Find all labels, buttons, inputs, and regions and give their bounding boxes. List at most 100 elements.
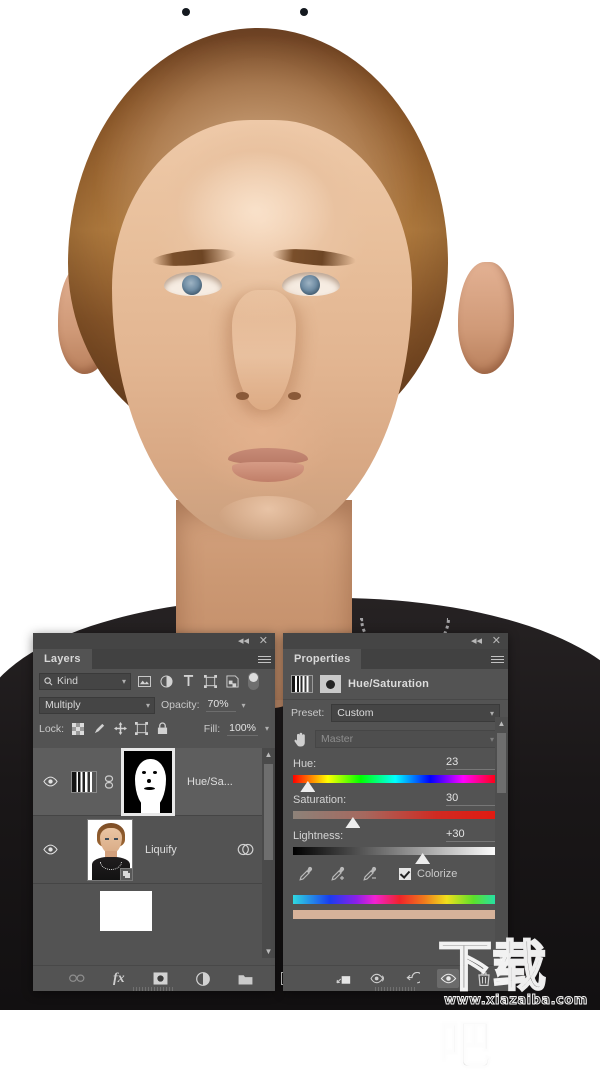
panel-menu-icon[interactable] — [486, 649, 508, 669]
table-row-partial[interactable] — [33, 884, 275, 934]
subject-eye-left — [164, 272, 222, 296]
lock-image-pixels-icon[interactable] — [92, 722, 106, 736]
smart-filters-icon[interactable] — [231, 843, 261, 856]
new-group-button[interactable] — [238, 970, 253, 988]
properties-scrollbar[interactable]: ▲ ▼ — [495, 717, 508, 965]
colorize-checkbox[interactable]: Colorize — [399, 868, 457, 880]
fill-label: Fill: — [204, 723, 220, 735]
preset-select[interactable]: Custom ▾ — [331, 704, 500, 722]
layer-thumbnail-white[interactable] — [100, 891, 152, 931]
subject-ear-right — [458, 262, 514, 374]
layer-mask-link-icon[interactable] — [97, 775, 121, 789]
tab-bar-filler — [361, 649, 486, 669]
filter-shape-icon[interactable] — [202, 673, 219, 690]
filter-adjustment-icon[interactable] — [158, 673, 175, 690]
toggle-preview-button[interactable] — [369, 970, 387, 988]
saturation-slider[interactable] — [293, 811, 498, 819]
saturation-value[interactable]: 30 — [446, 792, 498, 806]
filter-type-icon[interactable] — [180, 673, 197, 690]
preset-row: Preset: Custom ▾ — [283, 700, 508, 726]
hue-label: Hue: — [293, 758, 446, 770]
filter-kind-select[interactable]: Kind ▾ — [39, 673, 131, 690]
layer-thumbnail[interactable] — [87, 819, 133, 881]
tab-layers[interactable]: Layers — [33, 649, 92, 669]
delete-adjustment-button[interactable] — [475, 970, 493, 988]
layer-name[interactable]: Hue/Sa... — [175, 776, 275, 788]
eyedropper-subtract-icon[interactable] — [361, 865, 379, 883]
adjustment-header: Hue/Saturation — [283, 669, 508, 699]
panel-resize-grip[interactable] — [133, 987, 175, 991]
colorize-label: Colorize — [417, 868, 457, 880]
lightness-value[interactable]: +30 — [446, 828, 498, 842]
channel-select[interactable]: Master ▾ — [315, 730, 500, 748]
layer-mask-icon[interactable] — [320, 675, 341, 693]
collapse-icon[interactable]: ◂◂ — [238, 634, 249, 648]
lock-all-icon[interactable] — [155, 722, 169, 736]
properties-panel[interactable]: ◂◂ ✕ Properties Hue/Saturation Preset: C… — [283, 633, 508, 991]
tab-bar-filler — [92, 649, 253, 669]
layer-visibility-toggle[interactable] — [33, 776, 67, 787]
chevron-down-icon[interactable]: ▾ — [146, 701, 150, 710]
layers-panel-titlebar: ◂◂ ✕ — [33, 633, 275, 649]
layer-style-button[interactable]: fx — [113, 970, 125, 988]
scroll-down-arrow-icon[interactable]: ▼ — [495, 952, 508, 965]
eyedropper-add-icon[interactable] — [329, 865, 347, 883]
spectrum-ramp[interactable] — [293, 895, 498, 904]
chevron-down-icon[interactable]: ▾ — [490, 709, 494, 718]
layers-scrollbar[interactable]: ▲ ▼ — [262, 748, 275, 958]
scroll-up-arrow-icon[interactable]: ▲ — [495, 717, 508, 730]
hue-slider[interactable] — [293, 775, 498, 783]
lock-transparent-pixels-icon[interactable] — [71, 722, 85, 736]
table-row[interactable]: Hue/Sa... — [33, 748, 275, 816]
close-icon[interactable]: ✕ — [492, 634, 501, 648]
tab-properties[interactable]: Properties — [283, 649, 361, 669]
colorize-checkbox-box[interactable] — [399, 868, 411, 880]
chevron-down-icon[interactable]: ▾ — [490, 735, 494, 744]
lock-position-icon[interactable] — [113, 722, 127, 736]
layer-visibility-toggle[interactable] — [33, 844, 67, 855]
chevron-down-icon[interactable]: ▾ — [122, 677, 126, 686]
fill-value[interactable]: 100% — [227, 722, 258, 736]
collapse-icon[interactable]: ◂◂ — [471, 634, 482, 648]
hue-value[interactable]: 23 — [446, 756, 498, 770]
fill-chevron-down-icon[interactable]: ▾ — [265, 724, 269, 733]
scroll-down-arrow-icon[interactable]: ▼ — [262, 945, 275, 958]
layer-list[interactable]: Hue/Sa... Liquify ∧ — [33, 748, 275, 958]
eyedropper-icon[interactable] — [297, 865, 315, 883]
lock-row: Lock: Fill: 100% ▾ — [33, 717, 275, 740]
lock-artboard-icon[interactable] — [134, 722, 148, 736]
result-color-ramp[interactable] — [293, 910, 498, 919]
toggle-visibility-button[interactable] — [437, 969, 459, 988]
lightness-slider[interactable] — [293, 847, 498, 855]
subject-chin — [218, 496, 318, 540]
layer-filter-row: Kind ▾ — [33, 669, 275, 693]
filter-smart-object-icon[interactable] — [224, 673, 241, 690]
table-row[interactable]: Liquify ∧ — [33, 816, 275, 884]
clip-to-layer-button[interactable] — [335, 970, 353, 988]
panel-resize-grip[interactable] — [375, 987, 417, 991]
blend-mode-select[interactable]: Multiply ▾ — [39, 697, 155, 714]
reset-button[interactable] — [403, 970, 421, 988]
link-layers-button[interactable] — [69, 970, 85, 988]
hue-saturation-icon[interactable] — [291, 675, 313, 693]
properties-panel-titlebar: ◂◂ ✕ — [283, 633, 508, 649]
adjustment-thumbnail[interactable] — [71, 771, 97, 793]
preset-label: Preset: — [291, 707, 324, 719]
panel-menu-icon[interactable] — [253, 649, 275, 669]
close-icon[interactable]: ✕ — [259, 634, 268, 648]
scrollbar-thumb[interactable] — [264, 764, 273, 860]
opacity-value[interactable]: 70% — [206, 698, 236, 712]
scroll-up-arrow-icon[interactable]: ▲ — [262, 748, 275, 761]
layers-panel[interactable]: ◂◂ ✕ Layers Kind ▾ Multiply — [33, 633, 275, 991]
targeted-adjustment-tool-icon[interactable] — [291, 732, 308, 747]
opacity-chevron-down-icon[interactable]: ▾ — [242, 701, 246, 710]
scrollbar-thumb[interactable] — [497, 733, 506, 793]
eyedropper-row: Colorize — [283, 855, 508, 883]
new-adjustment-layer-button[interactable] — [196, 970, 210, 988]
add-layer-mask-button[interactable] — [153, 970, 168, 988]
color-ramps — [283, 883, 508, 919]
layer-mask-thumbnail[interactable] — [121, 748, 175, 816]
filter-enable-toggle[interactable] — [248, 672, 259, 690]
filter-pixel-icon[interactable] — [136, 673, 153, 690]
layer-name[interactable]: Liquify — [133, 844, 231, 856]
